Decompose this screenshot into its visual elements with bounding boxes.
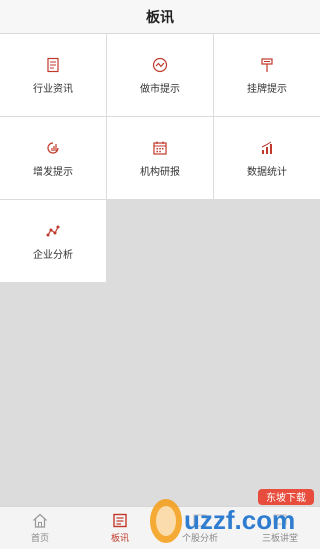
svg-text:uzzf.com: uzzf.com: [184, 505, 295, 535]
tab-label: 首页: [30, 533, 49, 544]
tab-home[interactable]: 首页: [0, 507, 80, 549]
line-nodes-icon: [44, 222, 62, 240]
growth-circle-icon: [44, 139, 62, 157]
signpost-icon: [258, 56, 276, 74]
grid-item-label: 做市提示: [140, 83, 180, 95]
grid-item-label: 挂牌提示: [247, 83, 287, 95]
home-icon: [31, 513, 49, 529]
watermark-logo: uzzf.com 东坡下载: [146, 485, 316, 547]
grid-item-label: 数据统计: [247, 166, 287, 178]
grid-item-listing[interactable]: 挂牌提示: [214, 34, 320, 116]
page-title: 板讯: [146, 9, 174, 26]
tab-label: 板讯: [110, 533, 129, 544]
grid-item-additional-issue[interactable]: 增发提示: [0, 117, 106, 199]
grid-item-statistics[interactable]: 数据统计: [214, 117, 320, 199]
document-icon: [44, 56, 62, 74]
grid-item-label: 增发提示: [33, 166, 73, 178]
grid-item-label: 行业资讯: [33, 83, 73, 95]
grid-item-label: 企业分析: [33, 249, 73, 261]
grid-item-industry-news[interactable]: 行业资讯: [0, 34, 106, 116]
news-icon: [111, 513, 129, 529]
grid-item-label: 机构研报: [140, 166, 180, 178]
calendar-icon: [151, 139, 169, 157]
page-title-bar: 板讯: [0, 0, 320, 34]
grid-item-market-making[interactable]: 做市提示: [107, 34, 213, 116]
trend-circle-icon: [151, 56, 169, 74]
grid-item-research-reports[interactable]: 机构研报: [107, 117, 213, 199]
svg-text:东坡下载: 东坡下载: [266, 491, 306, 504]
bar-chart-icon: [258, 139, 276, 157]
grid-item-company-analysis[interactable]: 企业分析: [0, 200, 106, 282]
